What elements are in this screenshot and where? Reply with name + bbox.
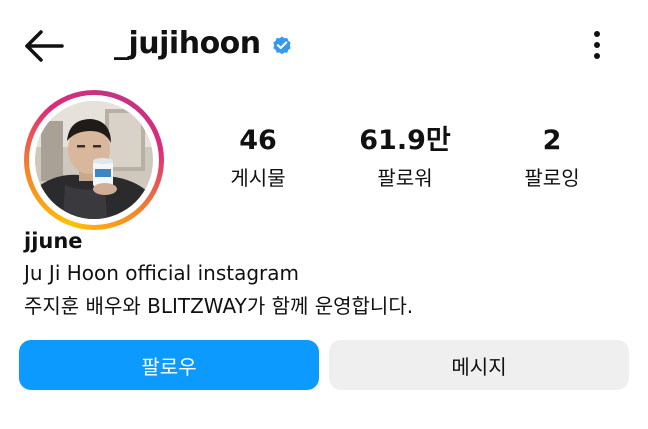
bio-line: 주지훈 배우와 BLITZWAY가 함께 운영합니다. xyxy=(24,294,414,318)
back-button[interactable] xyxy=(22,28,66,64)
arrow-left-icon xyxy=(25,30,64,62)
verified-badge-icon xyxy=(273,36,291,55)
username-row: _jujihoon xyxy=(114,24,293,64)
avatar xyxy=(35,101,153,219)
message-button-label: 메시지 xyxy=(451,354,507,379)
following-count: 2 xyxy=(542,125,562,156)
profile-photo xyxy=(35,101,153,219)
story-ring[interactable] xyxy=(24,90,164,230)
following-label: 팔로잉 xyxy=(524,166,580,190)
more-vertical-icon xyxy=(594,31,600,59)
followers-label: 팔로워 xyxy=(377,166,433,190)
message-button[interactable]: 메시지 xyxy=(329,340,629,390)
stat-followers[interactable]: 61.9만 팔로워 xyxy=(350,123,460,193)
follow-button-label: 팔로우 xyxy=(141,354,197,379)
followers-count: 61.9만 xyxy=(359,125,451,156)
profile-username: _jujihoon xyxy=(114,26,261,61)
follow-button[interactable]: 팔로우 xyxy=(19,340,319,390)
profile-page: _jujihoon 46 게시물 61.9만 팔로워 2 팔로잉 jjune J… xyxy=(0,0,648,429)
stat-following[interactable]: 2 팔로잉 xyxy=(497,123,607,193)
more-options-button[interactable] xyxy=(584,28,610,62)
stat-posts[interactable]: 46 게시물 xyxy=(203,123,313,193)
display-name: jjune xyxy=(24,229,83,253)
posts-count: 46 xyxy=(239,125,277,156)
profile-header: _jujihoon xyxy=(0,0,648,92)
posts-label: 게시물 xyxy=(230,166,286,190)
bio-line: Ju Ji Hoon official instagram xyxy=(24,261,299,285)
